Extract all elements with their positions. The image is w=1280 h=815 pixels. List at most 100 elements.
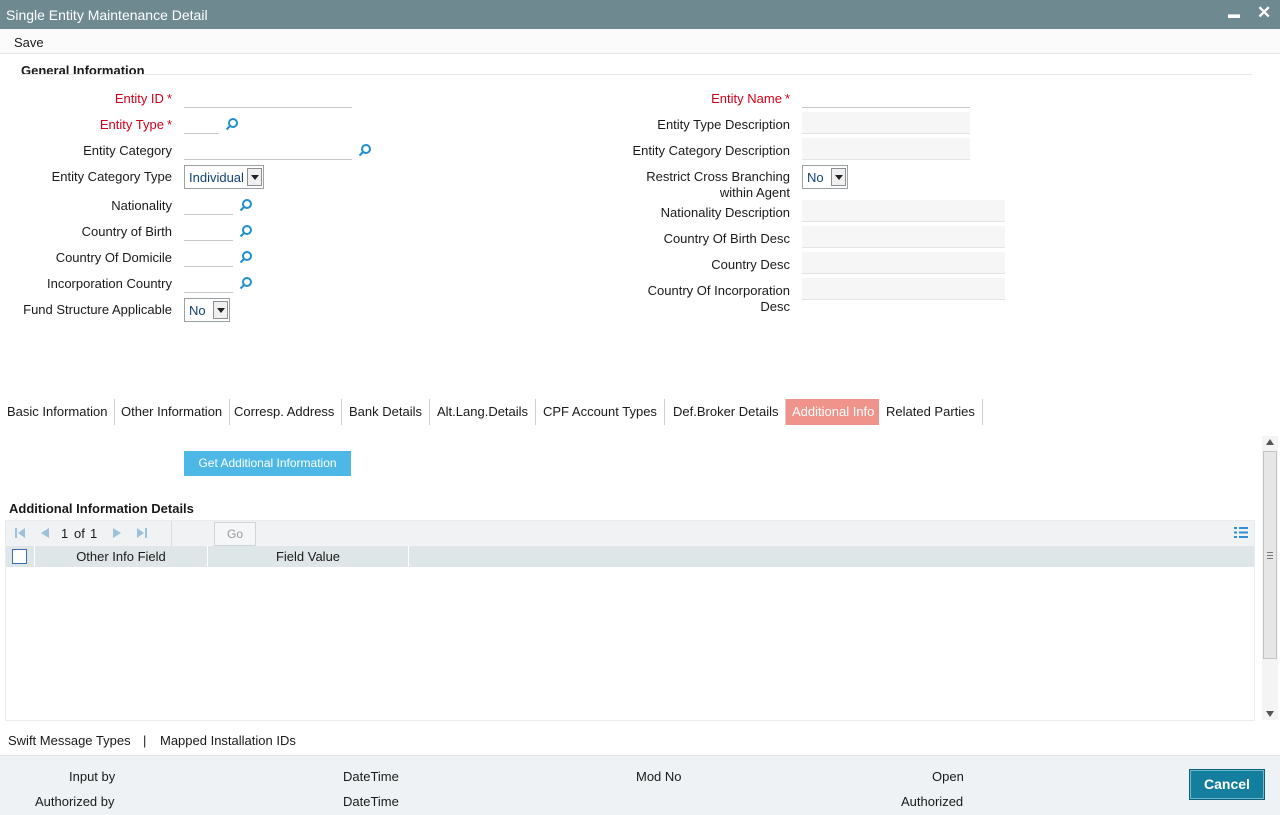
nationality-input[interactable] <box>184 193 233 215</box>
country-of-birth-search-icon[interactable] <box>239 224 253 238</box>
window-title: Single Entity Maintenance Detail <box>6 7 208 23</box>
fund-structure-label: Fund Structure Applicable <box>23 302 172 317</box>
pager-divider <box>171 521 172 546</box>
authorized-by-label: Authorized by <box>35 794 115 809</box>
authorized-datetime-label: DateTime <box>343 794 399 809</box>
grid-header: Other Info Field Field Value <box>6 546 1254 567</box>
get-additional-information-button[interactable]: Get Additional Information <box>184 451 351 476</box>
tab-related-parties[interactable]: Related Parties <box>879 399 983 425</box>
column-header-field-value[interactable]: Field Value <box>208 546 409 567</box>
restrict-cross-branching-select[interactable]: No <box>802 165 848 189</box>
close-icon[interactable]: ✕ <box>1257 3 1271 23</box>
country-of-incorporation-desc-field <box>802 278 1005 300</box>
mod-no-label: Mod No <box>636 769 682 784</box>
entity-id-input[interactable] <box>184 86 352 108</box>
pager-total-pages: 1 <box>90 526 98 541</box>
country-of-birth-desc-field <box>802 226 1005 248</box>
entity-type-input[interactable] <box>184 112 219 134</box>
nationality-label: Nationality <box>111 198 172 213</box>
incorporation-country-search-icon[interactable] <box>239 276 253 290</box>
window-titlebar: Single Entity Maintenance Detail ▬ ✕ <box>0 0 1280 29</box>
pager-current-page: 1 <box>61 526 69 541</box>
input-datetime-label: DateTime <box>343 769 399 784</box>
nationality-description-label: Nationality Description <box>660 205 790 220</box>
input-by-label: Input by <box>69 769 116 784</box>
audit-footer: Input by Authorized by DateTime DateTime… <box>0 755 1280 815</box>
restrict-cross-branching-value: No <box>807 170 824 185</box>
chevron-down-icon[interactable] <box>247 168 262 186</box>
authorized-status-label: Authorized <box>901 794 964 809</box>
entity-category-type-label: Entity Category Type <box>51 169 172 184</box>
entity-category-type-select[interactable]: Individual <box>184 165 264 189</box>
tab-cpf-account-types[interactable]: CPF Account Types <box>536 399 665 425</box>
additional-info-grid: 1 of 1 Go Other Info Field Field Value <box>5 520 1255 721</box>
footer-link-separator: | <box>143 733 147 748</box>
select-all-cell <box>6 546 35 567</box>
tab-bank-details[interactable]: Bank Details <box>342 399 430 425</box>
cancel-button[interactable]: Cancel <box>1189 769 1265 800</box>
chevron-down-icon[interactable] <box>831 168 846 186</box>
pager-go-button[interactable]: Go <box>214 522 256 546</box>
entity-type-search-icon[interactable] <box>225 117 239 131</box>
fund-structure-value: No <box>189 303 206 318</box>
tab-corresp-address[interactable]: Corresp. Address <box>227 399 343 425</box>
entity-category-input[interactable] <box>184 138 352 160</box>
country-of-domicile-input[interactable] <box>184 245 233 267</box>
country-of-domicile-search-icon[interactable] <box>239 250 253 264</box>
country-of-incorporation-desc-label: Country Of Incorporation Desc <box>647 283 790 314</box>
entity-name-input[interactable] <box>802 86 970 108</box>
entity-type-description-field <box>802 112 970 134</box>
next-page-icon[interactable] <box>111 527 123 539</box>
country-desc-field <box>802 252 1005 274</box>
country-of-domicile-label: Country Of Domicile <box>55 250 172 265</box>
entity-category-type-value: Individual <box>189 170 244 185</box>
country-of-birth-desc-label: Country Of Birth Desc <box>663 231 790 246</box>
tab-additional-info[interactable]: Additional Info <box>786 399 879 425</box>
additional-information-details-title: Additional Information Details <box>9 501 194 516</box>
open-status-label: Open <box>932 769 964 784</box>
incorporation-country-input[interactable] <box>184 271 233 293</box>
nationality-description-field <box>802 200 1005 222</box>
entity-category-description-field <box>802 138 970 160</box>
minimize-icon[interactable]: ▬ <box>1228 7 1240 21</box>
toolbar: Save <box>0 29 1280 54</box>
select-all-checkbox[interactable] <box>12 549 27 564</box>
first-page-icon[interactable] <box>14 527 26 539</box>
mapped-installation-ids-link[interactable]: Mapped Installation IDs <box>160 733 296 748</box>
entity-category-label: Entity Category <box>83 143 172 158</box>
swift-message-types-link[interactable]: Swift Message Types <box>8 733 131 748</box>
scrollbar-thumb[interactable] <box>1263 451 1277 659</box>
footer-links: Swift Message Types | Mapped Installatio… <box>0 731 1280 753</box>
tab-def-broker-details[interactable]: Def.Broker Details <box>666 399 787 425</box>
entity-type-description-label: Entity Type Description <box>657 117 790 132</box>
tab-alt-lang-details[interactable]: Alt.Lang.Details <box>430 399 537 425</box>
entity-id-label: Entity ID * <box>114 91 172 106</box>
tab-basic-information[interactable]: Basic Information <box>0 399 116 425</box>
save-button[interactable]: Save <box>14 35 44 50</box>
chevron-down-icon[interactable] <box>213 301 228 319</box>
entity-category-description-label: Entity Category Description <box>632 143 790 158</box>
incorporation-country-label: Incorporation Country <box>46 276 172 291</box>
detail-tabs: Basic Information Other Information Corr… <box>0 399 1260 425</box>
fund-structure-select[interactable]: No <box>184 298 230 322</box>
restrict-cross-branching-label: Restrict Cross Branching within Agent <box>646 169 790 200</box>
country-of-birth-label: Country of Birth <box>81 224 172 239</box>
grid-pager: 1 of 1 Go <box>6 521 1254 546</box>
entity-type-label: Entity Type * <box>99 117 172 132</box>
country-desc-label: Country Desc <box>711 257 790 272</box>
section-divider <box>21 74 1252 75</box>
scroll-up-icon[interactable] <box>1265 438 1275 446</box>
list-view-icon[interactable] <box>1234 526 1248 539</box>
column-header-other-info-field[interactable]: Other Info Field <box>35 546 208 567</box>
last-page-icon[interactable] <box>136 527 148 539</box>
entity-name-label: Entity Name * <box>711 91 790 106</box>
scroll-down-icon[interactable] <box>1265 710 1275 718</box>
tab-other-information[interactable]: Other Information <box>114 399 231 425</box>
nationality-search-icon[interactable] <box>239 198 253 212</box>
country-of-birth-input[interactable] <box>184 219 233 241</box>
entity-category-search-icon[interactable] <box>358 143 372 157</box>
general-information-title: General Information <box>21 63 145 78</box>
pager-of-label: of <box>74 526 85 541</box>
content-scrollbar[interactable] <box>1262 436 1278 720</box>
previous-page-icon[interactable] <box>39 527 51 539</box>
